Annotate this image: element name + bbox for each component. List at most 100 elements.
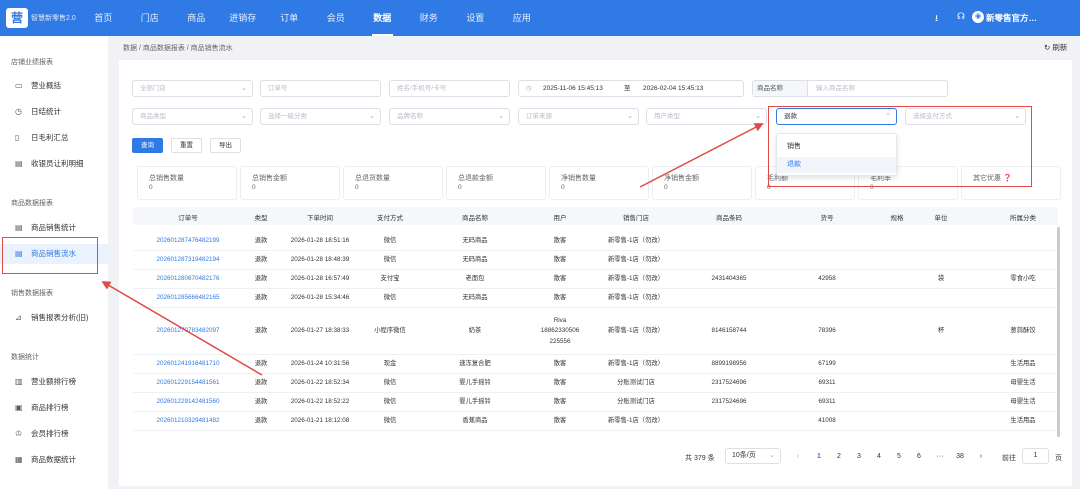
nav-apps[interactable]: 应用 [499, 0, 546, 36]
table-cell: 微信 [383, 398, 397, 406]
table-cell: 新零售-1店（勿改） [608, 275, 664, 283]
top-bar: 营 智慧新零售2.0 首页 门店 商品 进销存 订单 会员 数据 财务 设置 应… [0, 0, 1080, 36]
page-2[interactable]: 2 [837, 453, 841, 460]
table-cell: 生活用品 [1010, 417, 1036, 425]
order-source-select[interactable]: 订单来源 ⌄ [518, 108, 639, 125]
table-cell: 散客 [553, 237, 567, 245]
nav-data[interactable]: 数据 [359, 0, 406, 36]
order-link[interactable]: 202601229142481560 [156, 397, 219, 408]
chevron-down-icon: ⌄ [755, 113, 761, 120]
table-cell: 散客 [553, 398, 567, 406]
order-link[interactable]: 202601285666482165 [156, 293, 219, 304]
user-type-select[interactable]: 用户类型 ⌄ [646, 108, 767, 125]
clock-icon: ◷ [15, 107, 22, 116]
product-name-field[interactable]: 商品名称 输入商品名称 [752, 80, 948, 97]
table-cell: 散客 [553, 294, 567, 302]
store-select[interactable]: 全部门店 ⌄ [132, 80, 253, 97]
page-3[interactable]: 3 [857, 453, 861, 460]
nav-stores[interactable]: 门店 [127, 0, 174, 36]
sidebar-item-product-rank[interactable]: ▣ 商品排行榜 [0, 398, 108, 418]
sidebar-item-daily[interactable]: ◷ 日结统计 [0, 102, 108, 122]
order-no-input[interactable]: 订单号 [260, 80, 381, 97]
refresh-button[interactable]: ↻ 刷新 [1044, 42, 1067, 53]
table-cell: 新零售-1店（勿改） [608, 294, 664, 302]
receipt-icon: ▤ [15, 159, 23, 168]
order-link[interactable]: 202601229154481561 [156, 378, 219, 389]
page-1[interactable]: 1 [817, 453, 821, 460]
query-button[interactable]: 查询 [132, 138, 163, 153]
table-cell: 微信 [383, 237, 397, 245]
goto-label: 前往 [1002, 455, 1016, 462]
stat-card: 总销售金额 0 [240, 166, 340, 200]
sidebar-item-overview[interactable]: ▭ 营业概括 [0, 76, 108, 96]
highlight-box-filter [768, 106, 1032, 187]
nav-orders[interactable]: 订单 [266, 0, 313, 36]
table-cell: 小程序微信 [374, 327, 406, 335]
reset-button[interactable]: 重置 [171, 138, 202, 153]
chevron-down-icon: ⌄ [241, 113, 247, 120]
table-row: 202601287476482199 退款 2026-01-28 18:51:16 微… [133, 232, 1058, 251]
user-name[interactable]: 新零售官方… [986, 12, 1037, 24]
next-page-button[interactable]: › [980, 453, 982, 460]
brand-select[interactable]: 品牌名称 ⌄ [389, 108, 510, 125]
sidebar-item-sales-analysis[interactable]: ⊿ 销售报表分析(旧) [0, 308, 108, 328]
page-38[interactable]: 38 [956, 453, 964, 460]
member-input[interactable]: 姓名/手机号/卡号 [389, 80, 510, 97]
table-cell: 散客 [553, 256, 567, 264]
sidebar-item-sales-stats[interactable]: ▤ 商品销售统计 [0, 218, 108, 238]
table-cell: 67199 [818, 360, 836, 368]
nav-products[interactable]: 商品 [173, 0, 220, 36]
sidebar-item-profit[interactable]: ▯ 日毛利汇总 [0, 128, 108, 148]
order-link[interactable]: 202601210329481482 [156, 416, 219, 427]
sidebar-item-cashier[interactable]: ▤ 收银员让利明细 [0, 154, 108, 174]
page-ellipsis[interactable]: ··· [937, 453, 944, 460]
order-link[interactable]: 202601241916481710 [156, 359, 219, 370]
date-range-picker[interactable]: ◷ 2025-11-06 15:45:13 至 2026-02-04 15:45… [518, 80, 744, 97]
avatar-icon[interactable]: ◉ [972, 11, 984, 23]
chevron-down-icon: ⌄ [498, 113, 504, 120]
table-cell: 2317524696 [711, 398, 747, 406]
export-button[interactable]: 导出 [210, 138, 241, 153]
page-5[interactable]: 5 [897, 453, 901, 460]
stat-card: 总退款金额 0 [446, 166, 546, 200]
table-scrollbar[interactable] [1057, 227, 1060, 437]
table-cell: 婴儿手摇铃 [459, 379, 491, 387]
monitor-icon: ▭ [15, 81, 23, 90]
nav-settings[interactable]: 设置 [452, 0, 499, 36]
table-cell: 母婴生活 [1010, 398, 1036, 406]
sidebar-group-product: 商品数据报表 [11, 200, 53, 207]
headset-icon[interactable]: ☊ [957, 11, 965, 22]
sidebar-item-product-data[interactable]: ▦ 商品数据统计 [0, 450, 108, 470]
category-select[interactable]: 选择一级分类 ⌄ [260, 108, 381, 125]
table-row: 202601280670482176 退款 2026-01-28 16:57:49 支… [133, 270, 1058, 289]
nav-members[interactable]: 会员 [313, 0, 360, 36]
download-icon[interactable]: ⭳ [935, 11, 938, 27]
product-type-select[interactable]: 商品类型 ⌄ [132, 108, 253, 125]
order-link[interactable]: 202601280670482176 [156, 274, 219, 285]
nav-home[interactable]: 首页 [80, 0, 127, 36]
refresh-icon: ↻ [1044, 43, 1051, 52]
table-row: 202601287319482194 退款 2026-01-28 18:48:39 微… [133, 251, 1058, 270]
order-link[interactable]: 202601270783482097 [156, 326, 219, 337]
goto-page-input[interactable]: 1 [1022, 448, 1049, 464]
sidebar-item-revenue-rank[interactable]: ▥ 营业额排行榜 [0, 372, 108, 392]
page-6[interactable]: 6 [917, 453, 921, 460]
order-link[interactable]: 202601287476482199 [156, 236, 219, 247]
table-cell: 新零售-1店（勿改） [608, 237, 664, 245]
page-4[interactable]: 4 [877, 453, 881, 460]
table-cell: 微信 [383, 379, 397, 387]
table-cell: 散客 [553, 417, 567, 425]
table-cell: 无码商品 [462, 294, 488, 302]
table-cell: 78396 [818, 327, 836, 335]
breadcrumb: 数据 / 商品数据报表 / 商品销售流水 [123, 45, 233, 52]
table-cell: 退款 [254, 360, 268, 368]
sidebar-item-member-rank[interactable]: ♔ 会员排行榜 [0, 424, 108, 444]
order-link[interactable]: 202601287319482194 [156, 255, 219, 266]
table-row: 202601229142481560 退款 2026-01-22 18:52:22 微… [133, 393, 1058, 412]
nav-inventory[interactable]: 进销存 [220, 0, 267, 36]
table-cell: 微信 [383, 256, 397, 264]
prev-page-button[interactable]: ‹ [797, 453, 799, 460]
page-size-select[interactable]: 10条/页 ⌄ [725, 448, 781, 464]
total-count: 共 379 条 [685, 455, 715, 462]
nav-finance[interactable]: 财务 [406, 0, 453, 36]
